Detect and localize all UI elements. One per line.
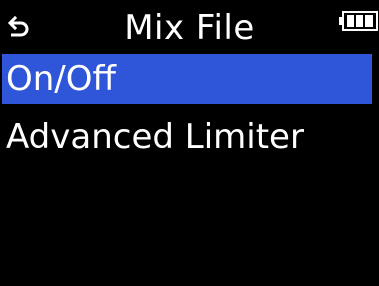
menu-list: On/Off Advanced Limiter — [0, 54, 379, 162]
device-screen: Mix File On/Off Advanced Limiter — [0, 0, 379, 286]
menu-item-label: On/Off — [6, 59, 116, 99]
battery-icon — [337, 10, 379, 32]
page-title: Mix File — [124, 8, 255, 48]
menu-item-label: Advanced Limiter — [6, 117, 304, 157]
header-bar: Mix File — [0, 0, 379, 54]
menu-item-advanced-limiter[interactable]: Advanced Limiter — [2, 112, 372, 162]
menu-item-on-off[interactable]: On/Off — [2, 54, 372, 104]
